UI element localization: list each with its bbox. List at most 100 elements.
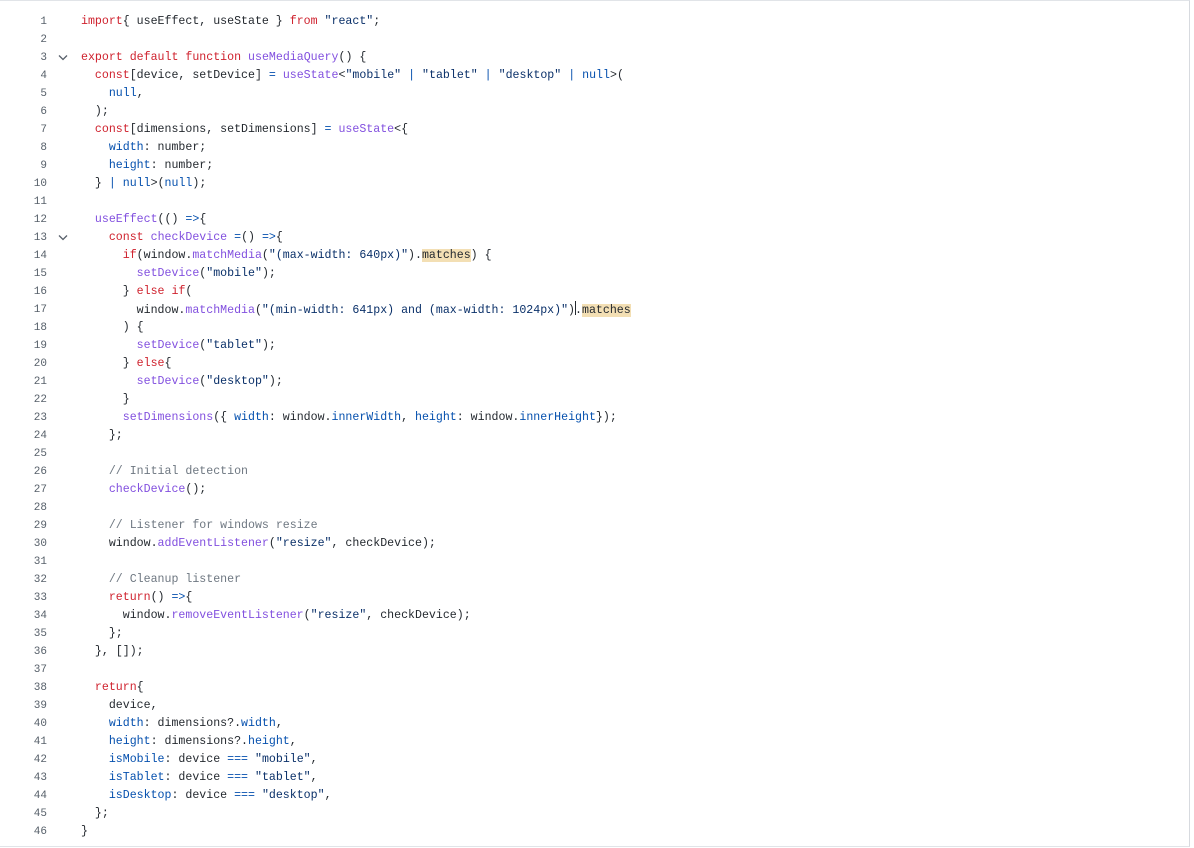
code-token: const <box>94 69 130 82</box>
code-line[interactable]: 2 <box>0 31 1189 49</box>
code-line[interactable]: 40 width: dimensions?.width, <box>0 715 1189 733</box>
code-line[interactable]: 25 <box>0 445 1189 463</box>
code-token: "resize" <box>310 609 367 622</box>
line-number: 31 <box>33 556 47 568</box>
code-line[interactable]: 11 <box>0 193 1189 211</box>
code-line[interactable]: 36 }, []); <box>0 643 1189 661</box>
code-line[interactable]: 18 ) { <box>0 319 1189 337</box>
code-token: useMediaQuery <box>248 51 339 64</box>
line-number: 3 <box>40 52 47 64</box>
line-content: const[dimensions, setDimensions] = useSt… <box>94 123 409 136</box>
code-line[interactable]: 33 return() =>{ <box>0 589 1189 607</box>
code-token: const <box>108 231 144 244</box>
code-line[interactable]: 4 const[device, setDevice] = useState<"m… <box>0 67 1189 85</box>
code-token: => <box>261 231 276 244</box>
code-line[interactable]: 15 setDevice("mobile"); <box>0 265 1189 283</box>
code-line[interactable]: 29 // Listener for windows resize <box>0 517 1189 535</box>
code-token: height <box>248 735 290 748</box>
line-number: 11 <box>33 196 47 208</box>
code-token: return <box>94 681 137 694</box>
code-token: setDimensions <box>122 411 214 424</box>
code-line[interactable]: 21 setDevice("desktop"); <box>0 373 1189 391</box>
code-line[interactable]: 34 window.removeEventListener("resize", … <box>0 607 1189 625</box>
code-line[interactable]: 32 // Cleanup listener <box>0 571 1189 589</box>
code-editor[interactable]: 1 import{ useEffect, useState } from "rea… <box>0 0 1190 847</box>
code-line[interactable]: 30 window.addEventListener("resize", che… <box>0 535 1189 553</box>
code-line[interactable]: 46} <box>0 823 1189 841</box>
code-line[interactable]: 42 isMobile: device === "mobile", <box>0 751 1189 769</box>
line-number: 13 <box>33 232 47 244</box>
code-line[interactable]: 31 <box>0 553 1189 571</box>
code-line[interactable]: 39 device, <box>0 697 1189 715</box>
line-number: 14 <box>33 250 47 262</box>
code-token: height <box>415 411 457 424</box>
line-number: 28 <box>33 502 47 514</box>
code-line[interactable]: 37 <box>0 661 1189 679</box>
code-token: isDesktop <box>108 789 172 802</box>
code-line[interactable]: 1 import{ useEffect, useState } from "rea… <box>0 13 1189 31</box>
code-line[interactable]: 35 }; <box>0 625 1189 643</box>
code-line[interactable]: 45 }; <box>0 805 1189 823</box>
code-lines[interactable]: 1 import{ useEffect, useState } from "rea… <box>0 13 1189 841</box>
code-line[interactable]: 22 } <box>0 391 1189 409</box>
code-token: "tablet" <box>422 69 478 82</box>
code-token: "mobile" <box>206 267 262 280</box>
line-number: 2 <box>40 34 47 46</box>
chevron-down-icon[interactable] <box>57 229 69 247</box>
code-line[interactable]: 8 width: number; <box>0 139 1189 157</box>
line-content: ); <box>81 105 109 118</box>
code-line[interactable]: 23 setDimensions({ width: window.innerWi… <box>0 409 1189 427</box>
code-line[interactable]: 6 ); <box>0 103 1189 121</box>
code-token: null <box>164 177 193 190</box>
code-line[interactable]: 16 } else if( <box>0 283 1189 301</box>
code-line[interactable]: 20 } else{ <box>0 355 1189 373</box>
line-content: setDevice("tablet"); <box>136 339 276 352</box>
code-token: useState <box>282 69 339 82</box>
code-line[interactable]: 10 } | null>(null); <box>0 175 1189 193</box>
line-number: 43 <box>33 772 47 784</box>
code-token: if <box>171 285 186 298</box>
line-content: }; <box>81 807 109 820</box>
line-number: 38 <box>33 682 47 694</box>
code-line[interactable]: 14 if(window.matchMedia("(max-width: 640… <box>0 247 1189 265</box>
code-token: "tablet" <box>254 771 311 784</box>
code-token: import <box>81 15 123 28</box>
code-line[interactable]: 3 export default function useMediaQuery()… <box>0 49 1189 67</box>
code-line[interactable]: 28 <box>0 499 1189 517</box>
line-number: 35 <box>33 628 47 640</box>
line-content: width: dimensions?.width, <box>108 717 283 730</box>
code-token: width <box>241 717 276 730</box>
code-line[interactable]: 7 const[dimensions, setDimensions] = use… <box>0 121 1189 139</box>
line-number: 18 <box>33 322 47 334</box>
code-line[interactable]: 38 return{ <box>0 679 1189 697</box>
code-line[interactable]: 27 checkDevice(); <box>0 481 1189 499</box>
code-line[interactable]: 12 useEffect(() =>{ <box>0 211 1189 229</box>
code-token: return <box>108 591 151 604</box>
code-line[interactable]: 26 // Initial detection <box>0 463 1189 481</box>
code-token: // Initial detection <box>108 465 248 478</box>
line-content: } | null>(null); <box>81 177 207 190</box>
line-number: 21 <box>33 376 47 388</box>
code-token: width <box>234 411 269 424</box>
line-number: 24 <box>33 430 47 442</box>
line-content: height: number; <box>108 159 214 172</box>
line-content: import{ useEffect, useState } from "reac… <box>81 15 381 28</box>
code-token: useState <box>338 123 395 136</box>
line-number: 33 <box>33 592 47 604</box>
code-token: matchMedia <box>192 249 262 262</box>
code-line[interactable]: 44 isDesktop: device === "desktop", <box>0 787 1189 805</box>
code-line[interactable]: 17 window.matchMedia("(min-width: 641px)… <box>0 301 1189 319</box>
code-line[interactable]: 9 height: number; <box>0 157 1189 175</box>
chevron-down-icon[interactable] <box>57 49 69 67</box>
code-token: | <box>484 69 492 82</box>
code-line[interactable]: 13 const checkDevice =() =>{ <box>0 229 1189 247</box>
line-content: device, <box>81 699 158 712</box>
line-content: } else{ <box>81 357 172 370</box>
code-line[interactable]: 19 setDevice("tablet"); <box>0 337 1189 355</box>
code-line[interactable]: 41 height: dimensions?.height, <box>0 733 1189 751</box>
code-line[interactable]: 24 }; <box>0 427 1189 445</box>
code-line[interactable]: 5 null, <box>0 85 1189 103</box>
line-content: return() =>{ <box>108 591 193 604</box>
line-content: export default function useMediaQuery() … <box>81 51 367 64</box>
code-line[interactable]: 43 isTablet: device === "tablet", <box>0 769 1189 787</box>
